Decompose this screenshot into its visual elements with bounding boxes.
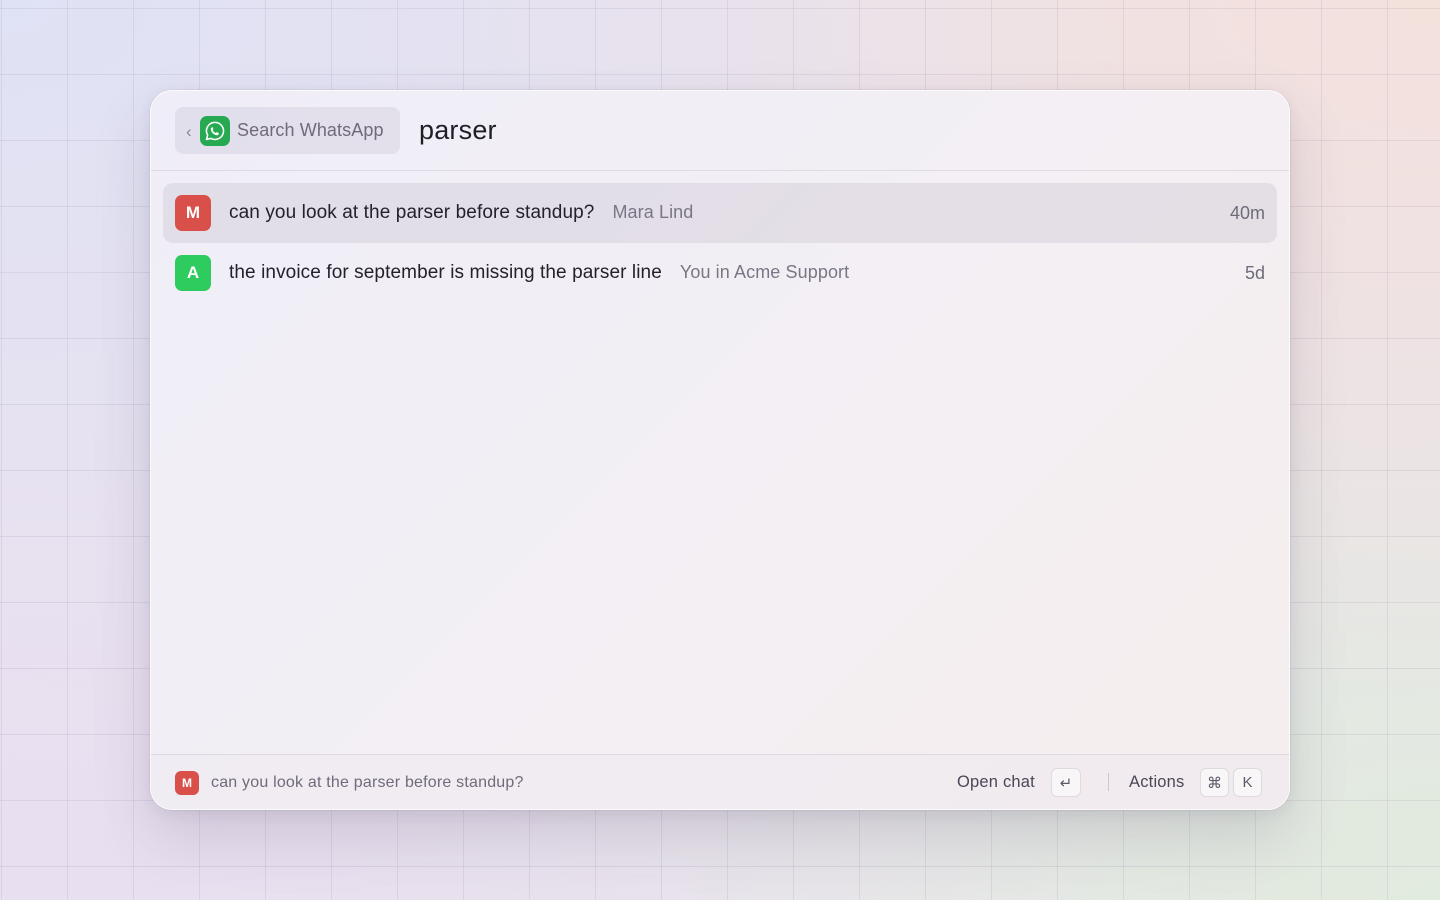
result-time: 40m <box>1229 203 1265 223</box>
result-time: 5d <box>1244 263 1265 283</box>
search-scope-label: Search WhatsApp <box>237 120 384 140</box>
result-text: the invoice for september is missing the… <box>229 262 849 284</box>
result-title: the invoice for september is missing the… <box>229 262 662 283</box>
actions-button[interactable]: Actions <box>1129 773 1185 792</box>
search-scope-pill[interactable]: ‹ Search WhatsApp <box>175 107 400 154</box>
action-bar: M can you look at the parser before stan… <box>151 754 1289 809</box>
chevron-left-icon[interactable]: ‹ <box>186 123 200 140</box>
whatsapp-icon <box>200 115 230 146</box>
k-key-icon: K <box>1233 768 1262 797</box>
result-sender: You in Acme Support <box>679 262 850 282</box>
avatar: M <box>175 195 211 231</box>
avatar: A <box>175 255 211 291</box>
result-title: can you look at the parser before standu… <box>229 202 595 223</box>
footer-avatar: M <box>175 771 199 795</box>
footer-preview: can you look at the parser before standu… <box>211 774 524 791</box>
divider <box>1108 773 1109 791</box>
search-header: ‹ Search WhatsApp parser <box>151 91 1289 171</box>
result-text: can you look at the parser before standu… <box>229 202 693 224</box>
return-key-icon: ↵ <box>1051 768 1081 797</box>
open-chat-button[interactable]: Open chat <box>957 773 1035 792</box>
result-row[interactable]: A the invoice for september is missing t… <box>163 243 1277 303</box>
launcher-window: ‹ Search WhatsApp parser M can you look … <box>150 90 1290 810</box>
search-input[interactable]: parser <box>419 115 497 146</box>
result-row[interactable]: M can you look at the parser before stan… <box>163 183 1277 243</box>
results-list: M can you look at the parser before stan… <box>163 183 1277 303</box>
result-sender: Mara Lind <box>612 202 694 222</box>
command-key-icon: ⌘ <box>1200 768 1229 797</box>
